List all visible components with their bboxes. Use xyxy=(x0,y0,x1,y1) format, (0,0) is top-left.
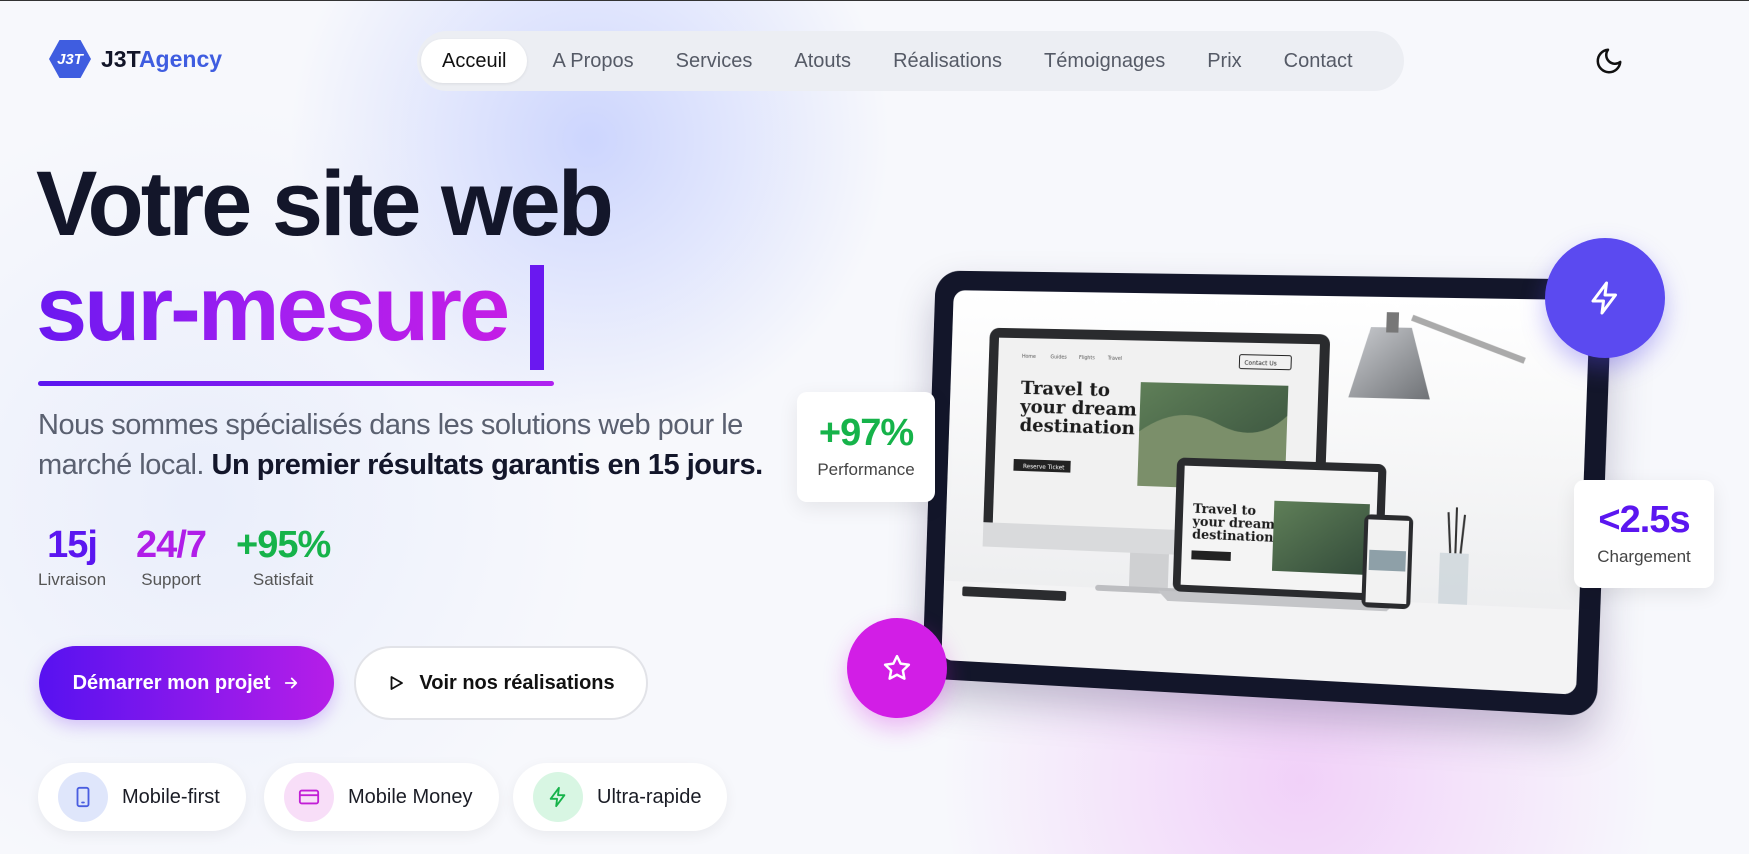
feature-label: Ultra-rapide xyxy=(597,785,702,808)
nav-item-services[interactable]: Services xyxy=(655,39,774,83)
performance-value: +97% xyxy=(818,412,914,454)
smartphone-icon xyxy=(76,786,90,808)
mockup-scene: Travel to your dream destination Reserve… xyxy=(941,290,1591,695)
feature-icon-badge xyxy=(533,772,583,822)
feature-mobile-first: Mobile-first xyxy=(38,763,246,831)
loading-card: <2.5s Chargement xyxy=(1574,480,1714,588)
nav-item-contact[interactable]: Contact xyxy=(1263,39,1374,83)
nav-item-atouts[interactable]: Atouts xyxy=(773,39,872,83)
lightning-icon xyxy=(549,786,566,808)
bolt-badge xyxy=(1545,238,1665,358)
typing-caret xyxy=(530,265,544,370)
hero-underline xyxy=(38,381,554,386)
nav-item-a-propos[interactable]: A Propos xyxy=(531,39,654,83)
nav-item-temoignages[interactable]: Témoignages xyxy=(1023,39,1186,83)
mockup-menu-flights: Flights xyxy=(1079,355,1095,361)
logo-name-part1: J3T xyxy=(101,45,139,72)
stat-delivery: 15j Livraison xyxy=(38,526,106,590)
devices-illustration: Travel to your dream destination Reserve… xyxy=(941,290,1591,695)
stat-label: Support xyxy=(141,570,201,589)
nav-item-acceuil[interactable]: Acceuil xyxy=(421,39,528,83)
mockup-menu-travel: Travel xyxy=(1107,356,1122,362)
mockup-menu-guides: Guides xyxy=(1050,354,1067,360)
mockup-menu-home: Home xyxy=(1022,354,1036,360)
loading-value: <2.5s xyxy=(1598,499,1690,541)
star-badge xyxy=(847,618,947,718)
main-nav: Acceuil A Propos Services Atouts Réalisa… xyxy=(417,31,1404,91)
hero-stats: 15j Livraison 24/7 Support +95% Satisfai… xyxy=(38,526,360,590)
feature-label: Mobile-first xyxy=(122,785,220,808)
nav-item-prix[interactable]: Prix xyxy=(1186,39,1262,83)
brand-logo[interactable]: J3T J3TAgency xyxy=(49,40,222,78)
performance-card: +97% Performance xyxy=(797,392,935,502)
feature-label: Mobile Money xyxy=(348,785,473,808)
stat-value: 15j xyxy=(47,524,98,566)
feature-icon-badge xyxy=(58,772,108,822)
lightning-icon xyxy=(1591,281,1617,315)
stat-satisfaction: +95% Satisfait xyxy=(236,524,331,590)
logo-wordmark: J3TAgency xyxy=(101,46,222,73)
logo-mark: J3T xyxy=(49,40,91,78)
top-border xyxy=(0,0,1749,1)
stat-label: Livraison xyxy=(38,570,107,589)
logo-name-part2: Agency xyxy=(138,45,223,72)
stat-support: 24/7 Support xyxy=(136,524,207,590)
stat-label: Satisfait xyxy=(252,570,314,589)
hero-title-accent: sur-mesure xyxy=(36,258,510,360)
play-icon xyxy=(390,676,404,690)
performance-label: Performance xyxy=(817,460,915,479)
moon-icon xyxy=(1596,48,1622,74)
stat-value: +95% xyxy=(236,524,331,566)
mockup-headline-3: destination xyxy=(1019,415,1135,439)
start-project-button[interactable]: Démarrer mon projet xyxy=(39,646,334,720)
feature-ultra-fast: Ultra-rapide xyxy=(513,763,728,831)
stat-value: 24/7 xyxy=(136,524,207,566)
loading-label: Chargement xyxy=(1597,547,1691,566)
hero-subtitle: Nous sommes spécialisés dans les solutio… xyxy=(38,405,778,485)
credit-card-icon xyxy=(298,789,320,805)
start-project-label: Démarrer mon projet xyxy=(72,671,271,694)
nav-item-realisations[interactable]: Réalisations xyxy=(872,39,1023,83)
view-work-label: Voir nos réalisations xyxy=(419,671,615,694)
hero-title: Votre site web xyxy=(36,153,614,255)
theme-toggle-button[interactable] xyxy=(1594,46,1624,76)
feature-icon-badge xyxy=(284,772,334,822)
view-work-button[interactable]: Voir nos réalisations xyxy=(354,646,648,720)
device-mockup-tablet: Travel to your dream destination Reserve… xyxy=(922,270,1613,717)
mockup-contact: Contact Us xyxy=(1244,361,1277,368)
feature-mobile-money: Mobile Money xyxy=(264,763,499,831)
hero-subtitle-emphasis: Un premier résultats garantis en 15 jour… xyxy=(211,449,764,481)
arrow-right-icon xyxy=(285,677,298,689)
star-icon xyxy=(883,654,911,680)
